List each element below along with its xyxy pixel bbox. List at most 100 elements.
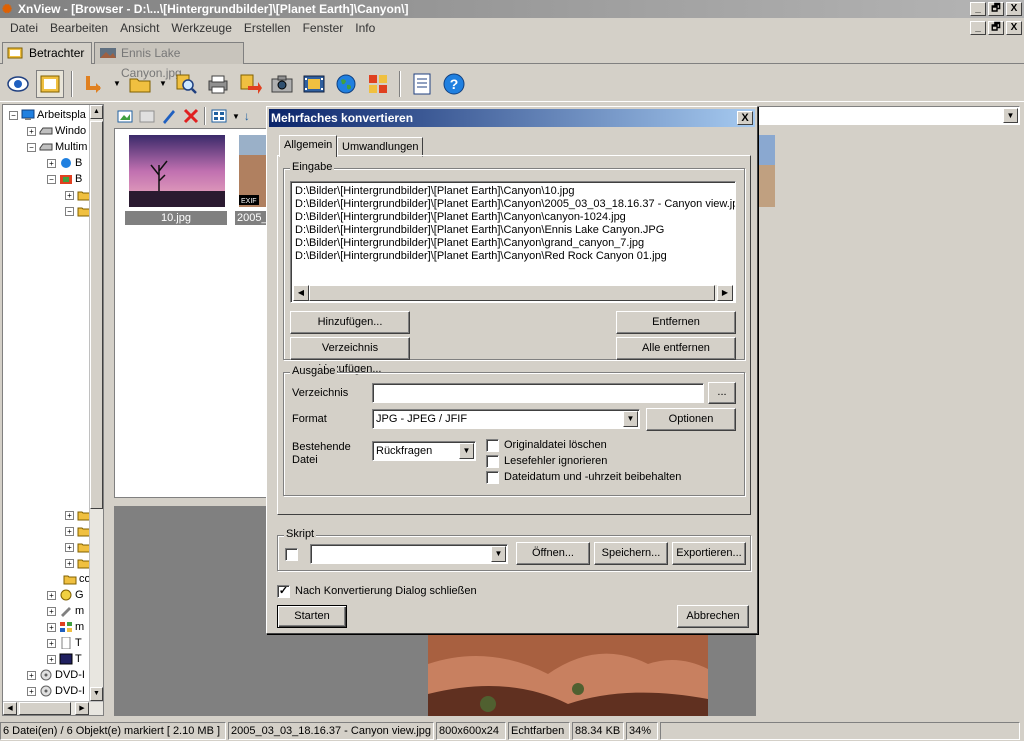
tree-item-m1[interactable]: + m [47,603,84,619]
tab-umwandlungen[interactable]: Umwandlungen [337,137,424,157]
thumbnail-label[interactable]: 10.jpg [125,211,227,225]
convert-icon[interactable] [236,70,264,98]
tree-item-multimedia[interactable]: − Multim [27,139,87,155]
delete-icon[interactable] [182,107,200,125]
export-script-button[interactable]: Exportieren... [672,542,746,565]
remove-button[interactable]: Entfernen [616,311,736,334]
tree-item-desktop[interactable]: − Arbeitspla [9,107,86,123]
menu-info[interactable]: Info [349,21,381,35]
tab-ennis-lake-canyon[interactable]: Ennis Lake Canyon.jpg [94,42,244,80]
menu-werkzeuge[interactable]: Werkzeuge [165,21,237,35]
mdi-minimize-button[interactable]: _ [970,21,986,35]
tree-item-t1[interactable]: + T [47,635,82,651]
mdi-restore-button[interactable]: 🗗 [988,21,1004,35]
menu-erstellen[interactable]: Erstellen [238,21,297,35]
expand-icon[interactable]: + [47,158,56,168]
start-button[interactable]: Starten [277,605,347,628]
expand-icon[interactable]: + [65,542,74,552]
save-script-button[interactable]: Speichern... [594,542,668,565]
scroll-thumb[interactable] [90,121,103,509]
scroll-thumb[interactable] [309,285,715,301]
expand-icon[interactable]: + [47,654,56,664]
path-combobox[interactable]: ▼ [754,106,1020,125]
menu-bearbeiten[interactable]: Bearbeiten [44,21,114,35]
expand-icon[interactable]: + [47,622,56,632]
input-file-list[interactable]: D:\Bilder\[Hintergrundbilder]\[Planet Ea… [290,181,736,303]
print-icon[interactable] [204,70,232,98]
ignore-errors-checkbox[interactable] [486,455,499,468]
list-item[interactable]: D:\Bilder\[Hintergrundbilder]\[Planet Ea… [295,237,644,250]
scroll-left-icon[interactable]: ◀ [293,285,309,301]
format-select[interactable]: JPG - JPEG / JFIF ▼ [372,409,640,429]
list-item[interactable]: D:\Bilder\[Hintergrundbilder]\[Planet Ea… [295,211,626,224]
chevron-down-icon[interactable]: ▼ [623,411,638,427]
camera-icon[interactable] [268,70,296,98]
edit-icon[interactable] [160,107,178,125]
tree-folder-co[interactable]: co [63,571,91,587]
tab-allgemein[interactable]: Allgemein [279,135,338,157]
help-icon[interactable]: ? [440,70,468,98]
options-button[interactable]: Optionen [646,408,736,431]
eye-icon[interactable] [4,70,32,98]
scroll-right-icon[interactable]: ▶ [75,702,89,715]
collapse-icon[interactable]: − [47,174,56,184]
remove-all-button[interactable]: Alle entfernen [616,337,736,360]
chevron-down-icon[interactable]: ▼ [232,112,240,121]
expand-icon[interactable]: + [47,638,56,648]
restore-button[interactable]: 🗗 [988,2,1004,16]
dialog-title-bar[interactable]: Mehrfaches konvertieren X [269,109,755,127]
mdi-close-button[interactable]: X [1006,21,1022,35]
list-horizontal-scrollbar[interactable]: ◀ ▶ [293,285,733,301]
keep-date-checkbox[interactable] [486,471,499,484]
collapse-icon[interactable]: − [65,206,74,216]
tab-betrachter[interactable]: Betrachter [2,42,92,64]
list-icon[interactable] [408,70,436,98]
add-files-button[interactable]: Hinzufügen... [290,311,410,334]
tree-item-dvd2[interactable]: + DVD-I [27,683,85,699]
expand-icon[interactable]: + [65,526,74,536]
tree-item-t2[interactable]: + T [47,651,82,667]
thumbnail-label[interactable]: 2005_0 [235,211,274,225]
browser-icon[interactable] [36,69,64,98]
chevron-down-icon[interactable]: ▼ [1003,108,1018,123]
folder-icon[interactable] [126,70,154,98]
thumbnail-image[interactable]: EXIF [239,135,269,207]
folder-tree[interactable]: − Arbeitspla + Windo − Multim + B − B + − + +… [2,104,104,716]
expand-icon[interactable]: + [27,686,36,696]
menu-ansicht[interactable]: Ansicht [114,21,165,35]
expand-icon[interactable]: + [65,510,74,520]
scroll-left-icon[interactable]: ◀ [3,702,17,715]
expand-icon[interactable]: + [27,670,36,680]
open-script-button[interactable]: Öffnen... [516,542,590,565]
scroll-thumb[interactable] [19,702,71,715]
list-item[interactable]: D:\Bilder\[Hintergrundbilder]\[Planet Ea… [295,224,664,237]
grid-icon[interactable] [364,70,392,98]
list-item[interactable]: D:\Bilder\[Hintergrundbilder]\[Planet Ea… [295,198,735,211]
chevron-down-icon[interactable]: ▼ [112,70,122,98]
close-button[interactable]: X [1006,2,1022,16]
new-folder-icon[interactable] [138,107,156,125]
list-item[interactable]: D:\Bilder\[Hintergrundbilder]\[Planet Ea… [295,185,574,198]
chevron-down-icon[interactable]: ▼ [459,443,474,459]
tree-item-windows[interactable]: + Windo [27,123,86,139]
expand-icon[interactable]: + [65,190,74,200]
collapse-icon[interactable]: − [27,142,36,152]
tree-item-b1[interactable]: + B [47,155,82,171]
script-checkbox[interactable] [285,548,298,561]
menu-fenster[interactable]: Fenster [297,21,350,35]
cancel-button[interactable]: Abbrechen [677,605,749,628]
dialog-close-button[interactable]: X [737,111,753,125]
scroll-up-icon[interactable]: ▲ [90,105,103,119]
menu-datei[interactable]: Datei [4,21,44,35]
tree-horizontal-scrollbar[interactable]: ◀ ▶ [3,701,103,715]
collapse-icon[interactable]: − [9,110,18,120]
add-directory-button[interactable]: Verzeichnis hinzufügen... [290,337,410,375]
search-icon[interactable] [172,70,200,98]
globe-icon[interactable] [332,70,360,98]
close-after-conversion-checkbox[interactable]: ✓ [277,585,290,598]
expand-icon[interactable]: + [65,558,74,568]
rotate-icon[interactable] [80,70,108,98]
thumbnail-image[interactable] [129,135,225,207]
tree-vertical-scrollbar[interactable]: ▲ ▼ [89,105,103,715]
tree-item-b2[interactable]: − B [47,171,82,187]
